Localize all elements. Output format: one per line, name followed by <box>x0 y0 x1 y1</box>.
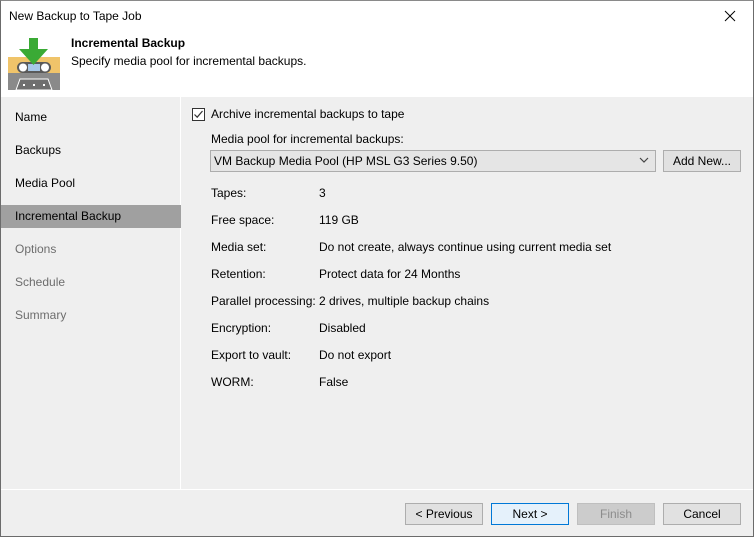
add-new-media-pool-button[interactable]: Add New... <box>663 150 741 172</box>
checkmark-icon <box>194 110 203 118</box>
archive-incremental-label: Archive incremental backups to tape <box>211 107 405 121</box>
info-label: Media set: <box>211 240 267 254</box>
sidebar-item-summary: Summary <box>15 308 67 322</box>
sidebar-item-name[interactable]: Name <box>1 106 181 129</box>
info-value: Do not create, always continue using cur… <box>319 240 612 254</box>
wizard-footer: < Previous Next > Finish Cancel <box>1 489 753 536</box>
info-label: Retention: <box>211 267 266 281</box>
cancel-button[interactable]: Cancel <box>663 503 741 525</box>
wizard-window: New Backup to Tape Job Incremental Backu… <box>0 0 754 537</box>
info-value: 2 drives, multiple backup chains <box>319 294 490 308</box>
info-value: False <box>319 375 349 389</box>
sidebar-item-incremental-backup[interactable]: Incremental Backup <box>1 205 181 228</box>
archive-incremental-checkbox-row[interactable]: Archive incremental backups to tape <box>192 107 404 121</box>
info-value: Protect data for 24 Months <box>319 267 461 281</box>
window-title: New Backup to Tape Job <box>9 9 142 23</box>
info-label: Encryption: <box>211 321 272 335</box>
media-pool-select[interactable]: VM Backup Media Pool (HP MSL G3 Series 9… <box>210 150 656 172</box>
step-subtitle: Specify media pool for incremental backu… <box>71 54 307 68</box>
close-button[interactable] <box>707 1 753 31</box>
tape-download-icon <box>8 38 60 91</box>
info-value: Do not export <box>319 348 392 362</box>
info-label: WORM: <box>211 375 254 389</box>
info-label: Tapes: <box>211 186 247 200</box>
sidebar-item-media-pool[interactable]: Media Pool <box>1 172 181 195</box>
chevron-down-icon <box>639 157 649 163</box>
title-bar: New Backup to Tape Job <box>1 1 753 31</box>
media-pool-label: Media pool for incremental backups: <box>211 132 404 146</box>
archive-incremental-checkbox[interactable] <box>192 107 205 121</box>
info-label: Export to vault: <box>211 348 292 362</box>
info-value: 3 <box>319 186 326 200</box>
steps-sidebar: Name Backups Media Pool Incremental Back… <box>1 97 181 489</box>
next-button[interactable]: Next > <box>491 503 569 525</box>
previous-button[interactable]: < Previous <box>405 503 483 525</box>
info-label: Parallel processing: <box>211 294 316 308</box>
wizard-body: Name Backups Media Pool Incremental Back… <box>1 97 753 489</box>
wizard-header: Incremental Backup Specify media pool fo… <box>1 31 753 97</box>
sidebar-item-backups[interactable]: Backups <box>1 139 181 162</box>
close-icon <box>724 10 736 22</box>
media-pool-selected-value: VM Backup Media Pool (HP MSL G3 Series 9… <box>214 154 478 168</box>
info-label: Free space: <box>211 213 275 227</box>
step-content: Archive incremental backups to tape Medi… <box>182 97 753 489</box>
sidebar-item-schedule: Schedule <box>15 275 66 289</box>
info-value: Disabled <box>319 321 366 335</box>
finish-button: Finish <box>577 503 655 525</box>
info-value: 119 GB <box>319 213 359 227</box>
sidebar-item-options: Options <box>15 242 57 256</box>
step-title: Incremental Backup <box>71 36 186 50</box>
